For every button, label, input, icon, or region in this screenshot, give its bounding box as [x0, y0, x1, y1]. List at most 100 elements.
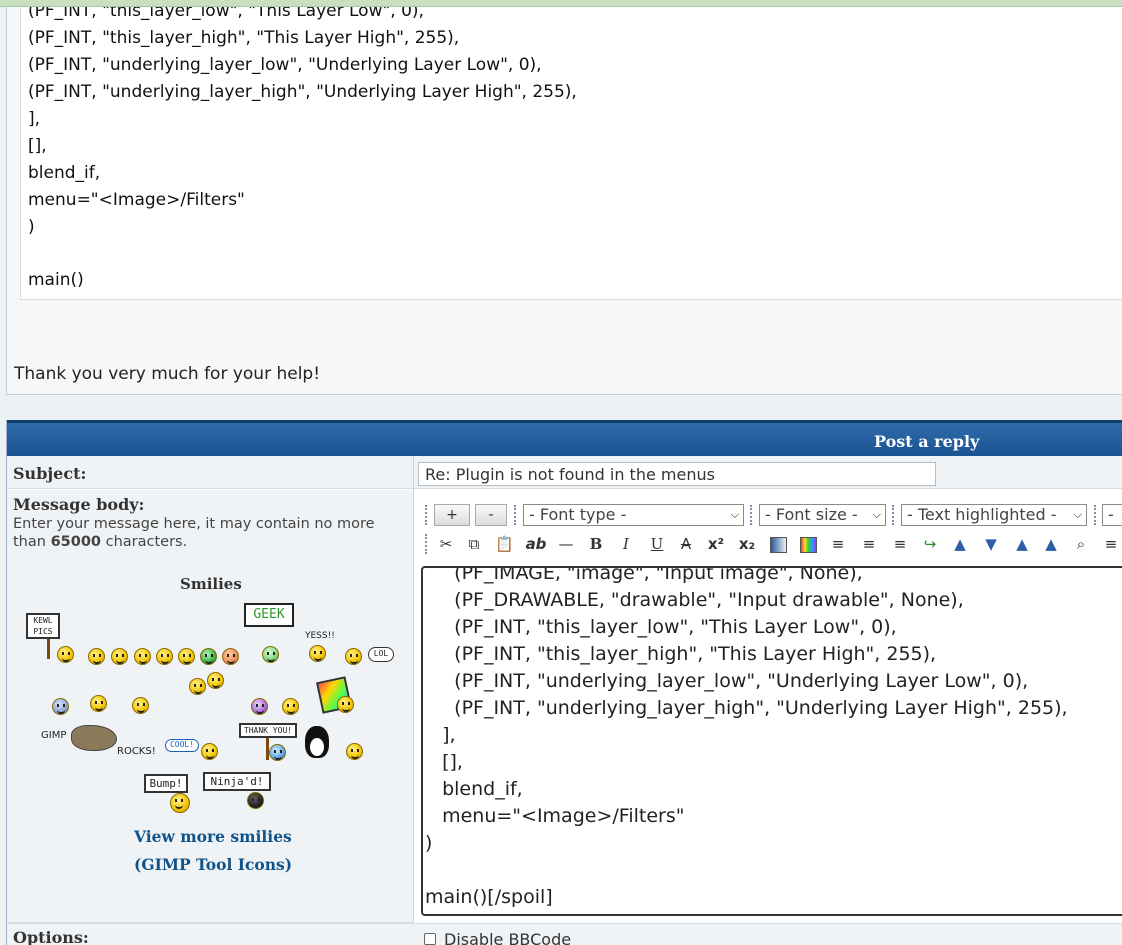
- chevron-down-icon: ⌵: [1073, 508, 1082, 521]
- smiley-bump-icon[interactable]: [170, 793, 190, 813]
- smiley-cool-icon[interactable]: [345, 648, 362, 665]
- smiley-icon[interactable]: [57, 646, 74, 663]
- italic-icon[interactable]: I: [617, 533, 635, 555]
- smiley-confused-icon[interactable]: [178, 648, 195, 665]
- horizontal-rule-icon[interactable]: —: [555, 533, 577, 555]
- smiley-devil-icon[interactable]: [251, 698, 268, 715]
- superscript-icon[interactable]: x²: [707, 533, 725, 555]
- underline-icon[interactable]: U: [648, 533, 666, 555]
- font-size-select[interactable]: - Font size - ⌵: [759, 504, 886, 526]
- textarea-line: blend_if,: [430, 778, 523, 800]
- smiley-sad-icon[interactable]: [111, 648, 128, 665]
- smiley-thank-you-sign[interactable]: THANK YOU!: [239, 723, 297, 738]
- smiley-geek-icon[interactable]: [262, 646, 279, 663]
- insert-link-icon[interactable]: ↪: [921, 533, 939, 555]
- smiley-angry-icon[interactable]: [222, 648, 239, 665]
- subscript-icon[interactable]: x₂: [738, 533, 756, 555]
- textarea-line: menu="<Image>/Filters": [430, 805, 685, 827]
- view-more-smilies-link[interactable]: View more smilies: [134, 827, 292, 846]
- rocks-label: ROCKS!: [117, 746, 156, 757]
- reply-panel: Post a reply Subject: Message body: Ente…: [6, 420, 1122, 945]
- message-body-hint: Enter your message here, it may contain …: [13, 516, 375, 550]
- list-icon[interactable]: ≡: [1102, 533, 1120, 555]
- increase-textarea-button[interactable]: +: [434, 504, 470, 526]
- strikethrough-icon[interactable]: A: [677, 533, 695, 555]
- copy-icon[interactable]: ⧉: [465, 533, 483, 555]
- reply-header: Post a reply: [7, 420, 1122, 456]
- smiley-ninja-sign[interactable]: Ninja'd!: [203, 772, 271, 791]
- smiley-sick-icon[interactable]: [200, 648, 217, 665]
- smiley-thanks-icon[interactable]: [269, 744, 286, 761]
- chevron-down-icon: ⌵: [872, 508, 881, 521]
- align-left-icon[interactable]: ≡: [829, 533, 847, 555]
- disable-bbcode-checkbox[interactable]: [424, 933, 436, 945]
- cut-icon[interactable]: ✂: [437, 533, 455, 555]
- code-line: blend_if,: [28, 163, 101, 183]
- smiley-dancing-icon[interactable]: [207, 672, 224, 689]
- textarea-line: (PF_DRAWABLE, "drawable", "Input drawabl…: [430, 589, 964, 611]
- smiley-ninja-icon[interactable]: [247, 792, 264, 809]
- toolbar-grip[interactable]: [750, 505, 753, 525]
- smiley-icon[interactable]: [90, 695, 107, 712]
- smiley-yess-icon[interactable]: [309, 645, 326, 662]
- align-right-icon[interactable]: ≡: [891, 533, 909, 555]
- text-highlighted-select[interactable]: - Text highlighted - ⌵: [901, 504, 1087, 526]
- decrease-textarea-button[interactable]: -: [475, 504, 507, 526]
- font-type-select[interactable]: - Font type - ⌵: [523, 504, 744, 526]
- smiley-thumbsup-icon[interactable]: [201, 743, 218, 760]
- smiley-icon[interactable]: [88, 648, 105, 665]
- smiley-icon[interactable]: [132, 697, 149, 714]
- options-label: Options:: [13, 928, 89, 945]
- smiley-icon[interactable]: [346, 743, 363, 760]
- toolbar-grip[interactable]: [425, 534, 428, 554]
- message-textarea[interactable]: (PF_IMAGE, "image", "Input image", None)…: [421, 566, 1122, 916]
- code-block: (PF_INT, "this_layer_low", "This Layer L…: [20, 7, 1122, 300]
- text-color-icon[interactable]: [800, 537, 817, 553]
- smiley-lol-bubble[interactable]: LOL: [368, 647, 394, 662]
- code-line: ],: [28, 109, 41, 129]
- search-replace-icon[interactable]: ⌕: [1072, 533, 1090, 555]
- code-line: (PF_INT, "this_layer_high", "This Layer …: [28, 28, 460, 48]
- smiley-painter-icon[interactable]: [337, 696, 354, 713]
- download-icon[interactable]: ▼: [982, 533, 1000, 555]
- smiley-bump-sign[interactable]: Bump!: [144, 774, 188, 793]
- smiley-kewl-pics-sign[interactable]: KEWL PICS: [26, 613, 60, 639]
- insert-image-icon[interactable]: ▲: [1013, 533, 1031, 555]
- smiley-thumbs-icon[interactable]: [52, 698, 69, 715]
- toolbar-grip[interactable]: [1094, 505, 1097, 525]
- insert-media-icon[interactable]: ▲: [1042, 533, 1060, 555]
- spellcheck-icon[interactable]: ab: [525, 533, 547, 555]
- character-limit: 65000: [50, 534, 102, 550]
- gimp-label: GIMP: [41, 730, 67, 741]
- yess-label: YESS!!: [305, 631, 335, 641]
- reply-title: Post a reply: [874, 432, 980, 451]
- smiley-icon[interactable]: [134, 648, 151, 665]
- smiley-cool-bubble[interactable]: COOL!: [165, 739, 199, 752]
- smiley-grin-icon[interactable]: [156, 648, 173, 665]
- toolbar-grip[interactable]: [425, 505, 428, 525]
- gimp-tool-icons-link[interactable]: (GIMP Tool Icons): [134, 855, 292, 874]
- upload-icon[interactable]: ▲: [951, 533, 969, 555]
- align-center-icon[interactable]: ≡: [860, 533, 878, 555]
- sign-stick: [47, 639, 50, 659]
- textarea-line: (PF_INT, "underlying_layer_high", "Under…: [430, 697, 1068, 719]
- code-line: [],: [28, 136, 47, 156]
- background-color-icon[interactable]: [770, 537, 787, 553]
- toolbar-grip[interactable]: [892, 505, 895, 525]
- more-select[interactable]: -: [1102, 504, 1122, 526]
- textarea-line: main()[/spoil]: [425, 886, 553, 908]
- separator: [0, 396, 1122, 420]
- subject-input[interactable]: [418, 462, 936, 486]
- bold-icon[interactable]: B: [587, 533, 605, 555]
- toolbar-grip[interactable]: [514, 505, 517, 525]
- gimp-mascot-icon[interactable]: [71, 725, 117, 751]
- code-line: (PF_INT, "underlying_layer_high", "Under…: [28, 82, 577, 102]
- code-line: menu="<Image>/Filters": [28, 190, 245, 210]
- smiley-icon[interactable]: [282, 698, 299, 715]
- smiley-dancing-icon[interactable]: [189, 678, 206, 695]
- paste-icon[interactable]: 📋: [495, 533, 514, 555]
- chevron-down-icon: ⌵: [730, 508, 739, 521]
- post-message: Thank you very much for your help!: [14, 364, 321, 384]
- smiley-geek-sign[interactable]: GEEK: [244, 603, 294, 627]
- textarea-line: (PF_IMAGE, "image", "Input image", None)…: [430, 566, 863, 584]
